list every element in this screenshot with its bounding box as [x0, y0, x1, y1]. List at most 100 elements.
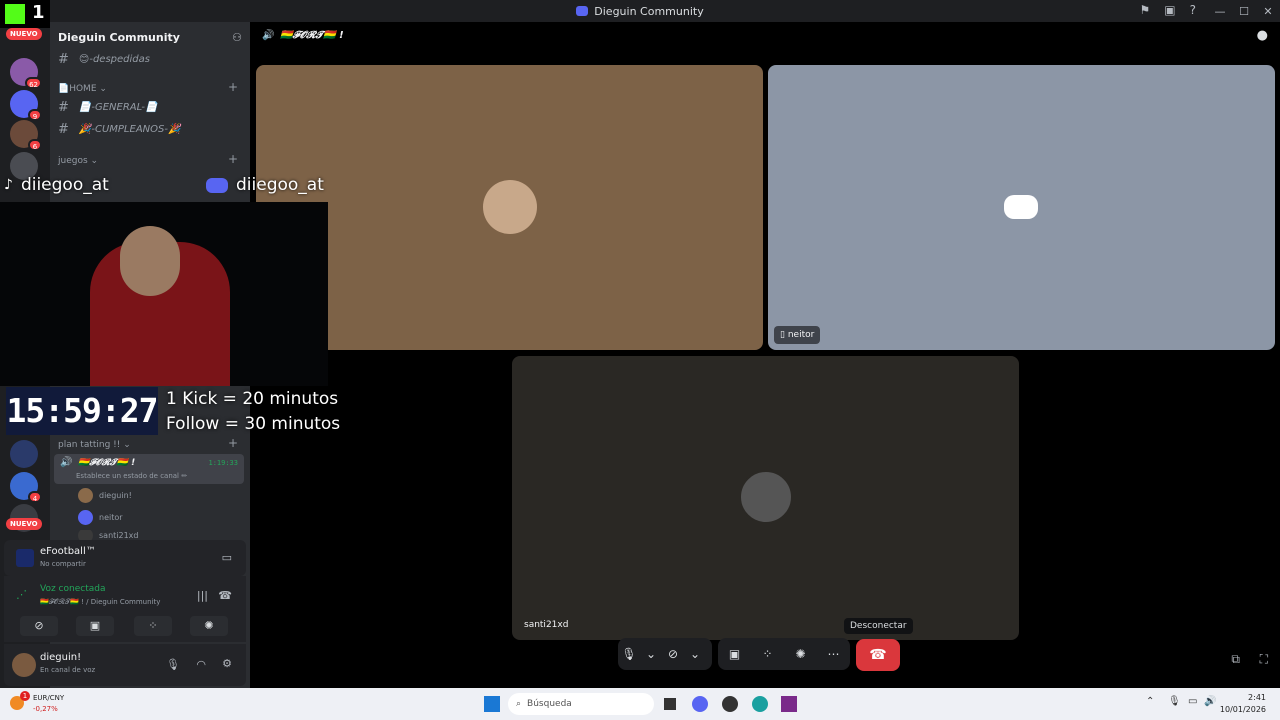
add-channel-icon[interactable]: + — [228, 436, 238, 450]
participant-name: neitor — [787, 330, 815, 340]
hash-icon: # — [58, 100, 69, 115]
participant-tile[interactable] — [256, 65, 763, 350]
voice-member[interactable]: santi21xd — [78, 530, 139, 540]
soundboard-icon[interactable]: ✺ — [790, 647, 812, 661]
gear-icon[interactable]: ⚙ — [222, 657, 232, 670]
webcam-overlay — [0, 202, 328, 386]
voice-channel-name: 🇧🇴𝓕𝓞𝓡𝓣🇧🇴 ! — [78, 458, 136, 468]
chat-icon[interactable]: ● — [1257, 28, 1268, 43]
disconnect-button[interactable]: ☎ — [856, 639, 900, 671]
minimize-button[interactable]: — — [1208, 5, 1232, 18]
start-icon[interactable] — [484, 696, 500, 712]
voice-channel-item[interactable]: 🔊 🇧🇴𝓕𝓞𝓡𝓣🇧🇴 ! 1:19:33 Establece un estado… — [54, 454, 244, 484]
new-badge: NUEVO — [6, 518, 42, 530]
discord-taskbar-icon[interactable] — [692, 696, 708, 712]
maximize-button[interactable]: ☐ — [1232, 5, 1256, 18]
voice-member[interactable]: neitor — [78, 510, 123, 525]
close-button[interactable]: ✕ — [1256, 5, 1280, 18]
voice-location[interactable]: 🇧🇴𝓕𝓞𝓡𝓣🇧🇴 ! / Dieguin Community — [40, 598, 160, 607]
category-label: 📄HOME — [58, 84, 97, 94]
voice-connection-panel: ⋰ Voz conectada 🇧🇴𝓕𝓞𝓡𝓣🇧🇴 ! / Dieguin Com… — [4, 576, 246, 642]
edge-icon[interactable] — [752, 696, 768, 712]
user-panel: dieguin! En canal de voz 🎙 ◠ ⚙ — [4, 644, 246, 686]
search-placeholder: Búsqueda — [527, 699, 572, 709]
activities-icon[interactable]: ⁘ — [757, 647, 779, 661]
camera-off-icon[interactable]: ⊘ — [662, 647, 684, 661]
avatar[interactable] — [12, 653, 36, 677]
flag-icon[interactable]: ⚑ — [1140, 3, 1151, 17]
participant-label: ▯ neitor — [774, 326, 821, 344]
voice-member[interactable]: dieguin! — [78, 488, 132, 503]
mic-icon[interactable]: 🎙 — [618, 647, 640, 661]
soundboard-button[interactable]: ✺ — [190, 616, 228, 636]
avatar — [739, 470, 793, 524]
hangup-icon[interactable]: ☎ — [218, 589, 232, 602]
ticker-name[interactable]: EUR/CNY — [33, 694, 64, 702]
ticker-value: -0,27% — [33, 705, 58, 713]
tray-clock[interactable]: 2:41 10/01/2026 — [1220, 692, 1266, 716]
channel-item[interactable]: # 📄-GENERAL-📄 — [58, 100, 157, 115]
discord-server-icon[interactable]: 9 — [10, 90, 42, 121]
help-icon[interactable]: ? — [1190, 3, 1196, 17]
kick-logo: 1 — [0, 0, 50, 28]
call-area: 🔊 🇧🇴𝓕𝓞𝓡𝓣🇧🇴 ! ● ▯ neitor santi21xd Descon… — [250, 22, 1280, 688]
avatar — [483, 180, 537, 234]
app-icon[interactable] — [722, 696, 738, 712]
server-icon[interactable] — [10, 440, 38, 468]
chevron-up-icon[interactable]: ⌃ — [1146, 696, 1154, 707]
inbox-icon[interactable]: ▣ — [1164, 3, 1175, 17]
game-sub: No compartir — [40, 560, 86, 568]
call-actions: ▣ ⁘ ✺ ⋯ — [718, 638, 850, 670]
user-status: En canal de voz — [40, 666, 96, 674]
camera-off-button[interactable]: ⊘ — [20, 616, 58, 636]
channel-status[interactable]: Establece un estado de canal ✏ — [76, 472, 187, 480]
channel-item[interactable]: # 🎉-CUMPLEANOS-🎉 — [58, 122, 180, 137]
stream-game-icon[interactable]: ▭ — [222, 551, 232, 564]
title-bar: Dieguin Community ⚑ ▣ ? — ☐ ✕ — [0, 0, 1280, 22]
share-screen-icon[interactable]: ▣ — [724, 647, 746, 661]
server-icon[interactable]: 6 — [10, 120, 42, 151]
discord-name: diiegoo_at — [236, 175, 324, 195]
taskbar-search[interactable]: ⌕ Búsqueda — [508, 693, 654, 715]
chevron-down-icon[interactable]: ⌄ — [684, 647, 706, 661]
app-icon[interactable] — [781, 696, 797, 712]
streamer-head — [120, 226, 180, 296]
category-label: plan tatting !! — [58, 440, 121, 450]
server-icon[interactable]: 62 — [10, 58, 42, 89]
share-screen-button[interactable]: ▣ — [76, 616, 114, 636]
clock-date: 10/01/2026 — [1219, 705, 1266, 714]
mic-camera-controls: 🎙 ⌄ ⊘ ⌄ — [618, 638, 712, 670]
hash-icon: # — [58, 122, 69, 137]
member-name: neitor — [99, 513, 123, 522]
more-icon[interactable]: ⋯ — [823, 647, 845, 661]
signal-icon[interactable]: ⋰ — [16, 588, 27, 601]
game-icon — [16, 549, 34, 567]
windows-taskbar: 1 EUR/CNY -0,27% ⌕ Búsqueda ⌃ 🎙 ▭ 🔊 2:41… — [0, 688, 1280, 720]
category-home[interactable]: 📄HOME ⌄ — [58, 84, 107, 94]
add-channel-icon[interactable]: + — [228, 152, 238, 166]
popout-icon[interactable]: ⧉ — [1231, 652, 1240, 667]
chevron-down-icon[interactable]: ⌄ — [640, 647, 662, 661]
participant-tile[interactable]: ▯ neitor — [768, 65, 1275, 350]
invite-icon[interactable]: ⚇ — [232, 31, 242, 44]
mention-badge: 6 — [28, 139, 42, 151]
mic-icon[interactable]: 🎙 — [166, 658, 180, 671]
speaker-icon: 🔊 — [262, 30, 275, 41]
participant-tile[interactable]: santi21xd — [512, 356, 1019, 640]
file-explorer-icon[interactable] — [664, 698, 676, 710]
guild-header[interactable]: Dieguin Community ⚇ — [50, 22, 250, 52]
mic-tray-icon[interactable]: 🎙 — [1168, 696, 1181, 707]
network-icon[interactable]: ▭ — [1188, 696, 1197, 707]
add-channel-icon[interactable]: + — [228, 80, 238, 94]
activities-button[interactable]: ⁘ — [134, 616, 172, 636]
category-playing[interactable]: plan tatting !! ⌄ — [58, 440, 131, 450]
headphones-icon[interactable]: ◠ — [196, 658, 206, 671]
category-juegos[interactable]: juegos ⌄ — [58, 156, 98, 166]
channel-item[interactable]: # 😊-despedidas — [58, 52, 150, 67]
noise-suppression-icon[interactable]: ||| — [197, 589, 208, 602]
volume-icon[interactable]: 🔊 — [1204, 696, 1216, 707]
server-icon[interactable]: 4 — [10, 472, 42, 503]
fullscreen-icon[interactable]: ⛶ — [1260, 652, 1268, 667]
window-title: Dieguin Community — [594, 4, 704, 18]
voice-status[interactable]: Voz conectada — [40, 584, 105, 594]
